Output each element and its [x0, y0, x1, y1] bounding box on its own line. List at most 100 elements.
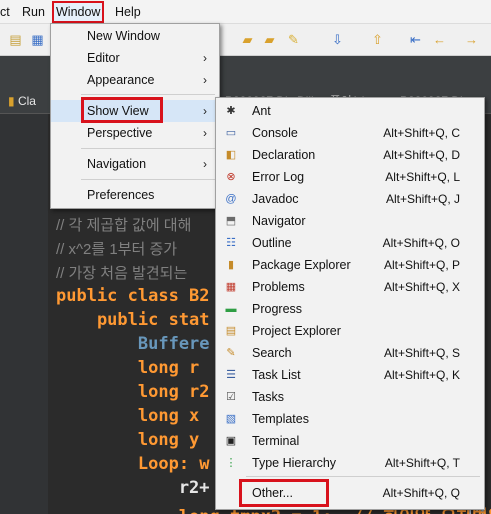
back-icon[interactable]: ←: [432, 32, 447, 47]
shortcut-text: Alt+Shift+Q, P: [383, 258, 460, 272]
show-view-item-navigator[interactable]: ⬒ Navigator: [216, 210, 484, 232]
menu-item-label: Project Explorer: [252, 324, 341, 338]
code-line[interactable]: public class B2: [56, 286, 210, 306]
menu-separator: [246, 476, 480, 477]
menu-item-label: Ant: [252, 104, 271, 118]
ant-icon: ✱: [226, 105, 236, 117]
show-view-item-progress[interactable]: ▬ Progress: [216, 298, 484, 320]
menu-item-new-window[interactable]: New Window: [51, 25, 219, 47]
menu-item-label: Navigation: [87, 157, 147, 171]
javadoc-icon: @: [225, 193, 237, 205]
shortcut-text: Alt+Shift+Q, K: [383, 368, 460, 382]
shortcut-text: Alt+Shift+Q, D: [383, 148, 460, 162]
shortcut-text: Alt+Shift+Q, S: [383, 346, 460, 360]
shortcut-text: Alt+Shift+Q, T: [384, 456, 460, 470]
show-view-item-ant[interactable]: ✱ Ant: [216, 100, 484, 122]
show-view-item-terminal[interactable]: ▣ Terminal: [216, 430, 484, 452]
menu-item-preferences[interactable]: Preferences: [51, 184, 219, 206]
menu-item-navigation[interactable]: Navigation ›: [51, 153, 219, 175]
progress-icon: ▬: [225, 303, 237, 315]
menu-help[interactable]: Help: [115, 0, 141, 24]
code-line[interactable]: // 각 제곱합 값에 대해: [56, 214, 191, 235]
show-view-item-templates[interactable]: ▧ Templates: [216, 408, 484, 430]
chevron-right-icon: ›: [203, 73, 207, 87]
chevron-right-icon: ›: [203, 104, 207, 118]
task-list-icon: ☰: [226, 369, 236, 381]
navigator-icon: ⬒: [225, 215, 237, 227]
code-line[interactable]: // x^2를 1부터 증가: [56, 238, 177, 259]
show-view-item-console[interactable]: ▭ Console Alt+Shift+Q, C: [216, 122, 484, 144]
menu-item-label: Type Hierarchy: [252, 456, 337, 470]
show-view-item-type-hierarchy[interactable]: ⋮ Type Hierarchy Alt+Shift+Q, T: [216, 452, 484, 474]
error-log-icon: ⊗: [226, 171, 236, 183]
code-line[interactable]: Buffere: [56, 334, 210, 354]
code-line[interactable]: long r: [56, 358, 199, 378]
folder-icon[interactable]: ▰: [262, 32, 277, 47]
menu-item-appearance[interactable]: Appearance ›: [51, 69, 219, 91]
menu-item-label: Templates: [252, 412, 309, 426]
menu-item-label: Tasks: [252, 390, 284, 404]
editor-tab[interactable]: ▮ Cla: [8, 89, 36, 114]
shortcut-text: Alt+Shift+Q, Q: [382, 486, 460, 500]
shortcut-text: Alt+Shift+Q, C: [383, 126, 460, 140]
tab-label: Cla: [17, 94, 36, 108]
menu-separator: [81, 148, 215, 149]
code-line[interactable]: Loop: w: [56, 454, 210, 474]
menu-item-label: Navigator: [252, 214, 306, 228]
show-view-item-javadoc[interactable]: @ Javadoc Alt+Shift+Q, J: [216, 188, 484, 210]
code-line[interactable]: long y: [56, 430, 199, 450]
menu-project[interactable]: ct: [0, 0, 10, 24]
menu-item-perspective[interactable]: Perspective ›: [51, 122, 219, 144]
show-view-item-error-log[interactable]: ⊗ Error Log Alt+Shift+Q, L: [216, 166, 484, 188]
outline-icon: ☷: [226, 237, 236, 249]
menu-window[interactable]: Window: [52, 1, 105, 23]
menu-item-label: Task List: [252, 368, 301, 382]
eclipse-window: ct Run Window Help ▤ ▦ ▰ ▰ ✎ ⇩ ⇧ ⇤ ← → ▮…: [0, 0, 491, 514]
templates-icon: ▧: [225, 413, 237, 425]
project-explorer-icon: ▤: [225, 325, 237, 337]
menu-item-label: Appearance: [87, 73, 155, 87]
menu-item-editor[interactable]: Editor ›: [51, 47, 219, 69]
menu-separator: [81, 94, 215, 95]
chevron-right-icon: ›: [203, 126, 207, 140]
code-line[interactable]: long r2: [56, 382, 210, 402]
menu-item-label: New Window: [87, 29, 160, 43]
menu-run[interactable]: Run: [22, 0, 45, 24]
show-view-highlight-box: [81, 97, 163, 123]
menu-item-label: Console: [252, 126, 298, 140]
show-view-item-search[interactable]: ✎ Search Alt+Shift+Q, S: [216, 342, 484, 364]
show-view-item-task-list[interactable]: ☰ Task List Alt+Shift+Q, K: [216, 364, 484, 386]
last-edit-icon[interactable]: ⇤: [408, 32, 423, 47]
code-line[interactable]: public stat: [56, 310, 210, 330]
show-view-submenu: ✱ Ant ▭ Console Alt+Shift+Q, C ◧ Declaration Al…: [215, 97, 485, 510]
show-view-item-tasks[interactable]: ☑ Tasks: [216, 386, 484, 408]
problems-icon: ▦: [225, 281, 237, 293]
show-view-item-project-explorer[interactable]: ▤ Project Explorer: [216, 320, 484, 342]
java-file-icon: ▮: [8, 94, 15, 108]
menu-item-label: Problems: [252, 280, 305, 294]
next-annotation-icon[interactable]: ⇩: [330, 32, 345, 47]
shortcut-text: Alt+Shift+Q, J: [385, 192, 460, 206]
forward-icon[interactable]: →: [464, 32, 479, 47]
show-view-item-outline[interactable]: ☷ Outline Alt+Shift+Q, O: [216, 232, 484, 254]
show-view-item-declaration[interactable]: ◧ Declaration Alt+Shift+Q, D: [216, 144, 484, 166]
prev-annotation-icon[interactable]: ⇧: [370, 32, 385, 47]
code-line[interactable]: // 가장 처음 발견되는: [56, 262, 187, 283]
search-icon: ✎: [226, 347, 236, 359]
console-icon: ▭: [225, 127, 237, 139]
open-folder-icon[interactable]: ▰: [240, 32, 255, 47]
menu-item-label: Perspective: [87, 126, 153, 140]
show-view-item-problems[interactable]: ▦ Problems Alt+Shift+Q, X: [216, 276, 484, 298]
code-line[interactable]: r2+: [56, 478, 210, 498]
build-icon[interactable]: ▦: [30, 32, 45, 47]
show-view-item-package-explorer[interactable]: ▮ Package Explorer Alt+Shift+Q, P: [216, 254, 484, 276]
terminal-icon: ▣: [225, 435, 237, 447]
menu-item-label: Package Explorer: [252, 258, 351, 272]
save-icon[interactable]: ▤: [8, 32, 23, 47]
menu-item-label: Terminal: [252, 434, 300, 448]
menu-item-label: Preferences: [87, 188, 155, 202]
code-line[interactable]: long x: [56, 406, 199, 426]
chevron-right-icon: ›: [203, 157, 207, 171]
menu-item-label: Editor: [87, 51, 120, 65]
pencil-icon[interactable]: ✎: [286, 32, 301, 47]
